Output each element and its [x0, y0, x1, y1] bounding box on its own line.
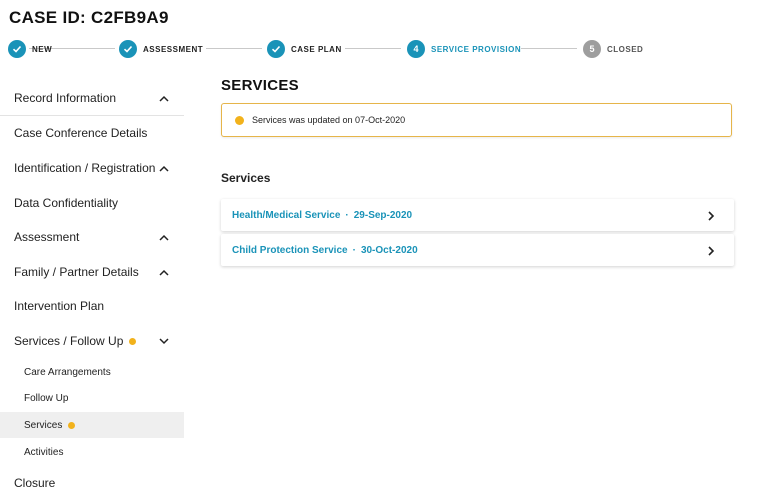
step-number: 5	[583, 40, 601, 58]
divider	[0, 115, 184, 116]
alert-text: Services was updated on 07-Oct-2020	[252, 115, 406, 125]
step-assessment[interactable]: ASSESSMENT	[119, 38, 203, 60]
status-dot	[68, 421, 76, 429]
sidebar-item-closure[interactable]: Closure	[0, 468, 184, 498]
sidebar-item-label: Intervention Plan	[14, 299, 105, 313]
chevron-down-icon[interactable]	[158, 335, 170, 347]
sidebar-item-label: Data Confidentiality	[14, 196, 119, 210]
service-date: 29-Sep-2020	[353, 209, 413, 221]
chevron-right-icon[interactable]	[706, 244, 716, 256]
step-label: ASSESSMENT	[143, 44, 204, 54]
warning-dot-icon	[235, 115, 244, 125]
page-title: SERVICES	[221, 77, 299, 94]
service-card[interactable]: Child Protection Service · 30-Oct-2020	[221, 234, 734, 266]
sidebar-nav: Record Information Case Conference Detai…	[0, 80, 184, 500]
step-case-plan[interactable]: CASE PLAN	[267, 38, 342, 60]
step-label: SERVICE PROVISION	[431, 44, 522, 54]
sidebar-item-label: Identification / Registration	[14, 161, 156, 175]
case-title: CASE ID: C2FB9A9	[9, 8, 169, 27]
status-dot	[129, 337, 137, 345]
sidebar-subitem-label: Follow Up	[24, 392, 69, 404]
chevron-up-icon[interactable]	[158, 162, 170, 174]
sidebar-item-family-partner-details[interactable]: Family / Partner Details	[0, 257, 184, 287]
step-new[interactable]: NEW	[8, 38, 52, 60]
separator: ·	[345, 209, 349, 221]
chevron-up-icon[interactable]	[158, 92, 170, 104]
sidebar-item-data-confidentiality[interactable]: Data Confidentiality	[0, 188, 184, 218]
sidebar-subitem-label: Activities	[24, 446, 64, 458]
sidebar-item-label: Family / Partner Details	[14, 265, 139, 279]
services-heading: Services	[221, 171, 271, 185]
sidebar-subitem-label: Care Arrangements	[24, 366, 111, 378]
check-icon	[119, 40, 137, 58]
sidebar-item-label: Case Conference Details	[14, 126, 148, 140]
sidebar-item-assessment[interactable]: Assessment	[0, 222, 184, 252]
check-icon	[267, 40, 285, 58]
sidebar-item-identification-registration[interactable]: Identification / Registration	[0, 153, 184, 183]
service-card[interactable]: Health/Medical Service · 29-Sep-2020	[221, 199, 734, 231]
sidebar-subitem-services[interactable]: Services	[0, 412, 184, 438]
step-connector	[206, 48, 262, 49]
sidebar-item-label: Record Information	[14, 91, 117, 105]
chevron-up-icon[interactable]	[158, 231, 170, 243]
progress-stepper: NEW ASSESSMENT CASE PLAN 4 SERVICE PROVI…	[0, 38, 784, 60]
step-label: CLOSED	[607, 44, 644, 54]
chevron-up-icon[interactable]	[158, 266, 170, 278]
step-label: CASE PLAN	[291, 44, 342, 54]
sidebar-subitem-follow-up[interactable]: Follow Up	[0, 385, 184, 411]
separator: ·	[352, 244, 356, 256]
step-connector	[345, 48, 401, 49]
sidebar-item-label: Assessment	[14, 230, 80, 244]
service-date: 30-Oct-2020	[360, 244, 418, 256]
sidebar-subitem-label: Services	[24, 419, 63, 431]
step-number: 4	[407, 40, 425, 58]
sidebar-item-case-conference-details[interactable]: Case Conference Details	[0, 118, 184, 148]
sidebar-subitem-activities[interactable]: Activities	[0, 439, 184, 465]
step-service-provision[interactable]: 4 SERVICE PROVISION	[407, 38, 521, 60]
step-closed[interactable]: 5 CLOSED	[583, 38, 643, 60]
service-name: Health/Medical Service	[232, 209, 341, 221]
sidebar-item-intervention-plan[interactable]: Intervention Plan	[0, 291, 184, 321]
update-alert: Services was updated on 07-Oct-2020	[221, 103, 732, 137]
step-connector	[521, 48, 577, 49]
step-label: NEW	[32, 44, 53, 54]
service-name: Child Protection Service	[232, 244, 348, 256]
sidebar-item-label: Services / Follow Up	[14, 334, 124, 348]
sidebar-item-label: Closure	[14, 476, 56, 490]
chevron-right-icon[interactable]	[706, 209, 716, 221]
sidebar-item-services-follow-up[interactable]: Services / Follow Up	[0, 326, 184, 356]
check-icon	[8, 40, 26, 58]
sidebar-subitem-care-arrangements[interactable]: Care Arrangements	[0, 359, 184, 385]
sidebar-item-record-information[interactable]: Record Information	[0, 83, 184, 113]
